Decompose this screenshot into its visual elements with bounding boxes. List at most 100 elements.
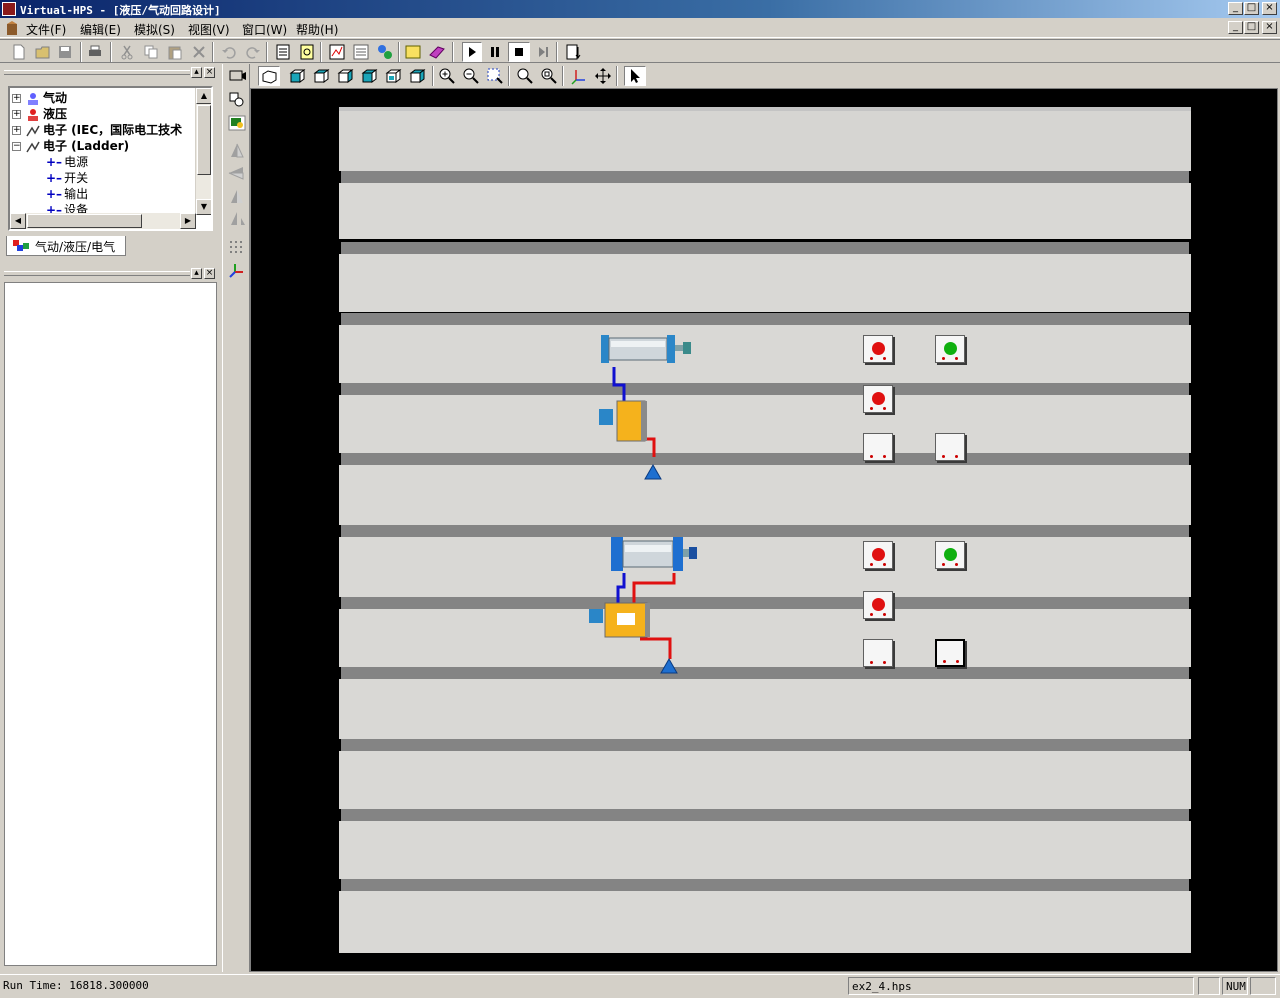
tree-item-output[interactable]: +– 输出 <box>46 185 88 201</box>
caps-status <box>1198 977 1220 995</box>
view-side-icon[interactable] <box>336 67 354 85</box>
axes-icon[interactable] <box>570 67 588 85</box>
pause-icon[interactable] <box>486 43 504 61</box>
push-button-red[interactable] <box>863 335 893 363</box>
mirror-icon[interactable] <box>227 210 247 228</box>
simulation-viewport[interactable] <box>250 88 1278 972</box>
redo-icon[interactable] <box>244 43 262 61</box>
tree-item-electric-iec[interactable]: + 电子 (IEC，国际电工技术 <box>12 121 182 137</box>
panel-close-button[interactable]: × <box>204 268 215 279</box>
panel-grip[interactable] <box>4 70 190 75</box>
chart-icon[interactable] <box>328 43 346 61</box>
view-bottom-icon[interactable] <box>384 67 402 85</box>
view-left-icon[interactable] <box>408 67 426 85</box>
switch-box[interactable] <box>935 639 965 667</box>
push-button-red[interactable] <box>863 591 893 619</box>
shapes-icon[interactable] <box>227 90 247 108</box>
document-icon[interactable] <box>4 20 20 36</box>
zoom-out-icon[interactable] <box>462 67 480 85</box>
undo-icon[interactable] <box>220 43 238 61</box>
fill-icon[interactable] <box>227 114 247 132</box>
valve-2[interactable] <box>587 601 653 641</box>
axis-icon[interactable] <box>227 262 247 280</box>
menu-edit[interactable]: 编辑(E) <box>80 21 121 38</box>
panel-close-button[interactable]: × <box>204 67 215 78</box>
list-icon[interactable] <box>352 43 370 61</box>
cylinder-1[interactable] <box>599 331 694 366</box>
tank-icon <box>660 657 678 674</box>
valve-1[interactable] <box>595 399 651 444</box>
panel-collapse-button[interactable]: ▴ <box>191 67 202 78</box>
delete-icon[interactable] <box>190 43 208 61</box>
view-back-icon[interactable] <box>360 67 378 85</box>
close-button[interactable]: × <box>1262 2 1277 15</box>
panel-grip[interactable] <box>4 271 190 276</box>
page-icon[interactable] <box>274 43 292 61</box>
view-iso-button[interactable] <box>258 66 280 86</box>
scroll-left-button[interactable]: ◀ <box>10 213 26 229</box>
panel-collapse-button[interactable]: ▴ <box>191 268 202 279</box>
paste-icon[interactable] <box>166 43 184 61</box>
switch-box[interactable] <box>863 639 893 667</box>
note-icon[interactable] <box>404 43 422 61</box>
zoom-fit-icon[interactable] <box>516 67 534 85</box>
play-button[interactable] <box>462 42 482 62</box>
view-front-icon[interactable] <box>288 67 306 85</box>
menu-simulate[interactable]: 模拟(S) <box>134 21 175 38</box>
select-tool-button[interactable] <box>624 66 646 86</box>
menu-help[interactable]: 帮助(H) <box>296 21 338 38</box>
scroll-up-button[interactable]: ▲ <box>196 88 211 104</box>
doc-close-button[interactable]: × <box>1262 21 1277 34</box>
view-top-icon[interactable] <box>312 67 330 85</box>
tree-item-power[interactable]: +– 电源 <box>46 153 88 169</box>
stop-button[interactable] <box>508 42 530 62</box>
menu-window[interactable]: 窗口(W) <box>242 21 287 38</box>
minimize-button[interactable]: _ <box>1228 2 1243 15</box>
flip-vertical-icon[interactable] <box>227 142 247 160</box>
tree-item-electric-ladder[interactable]: − 电子 (Ladder) <box>12 137 129 153</box>
rotate-icon[interactable] <box>227 188 247 206</box>
cut-icon[interactable] <box>118 43 136 61</box>
new-icon[interactable] <box>10 43 28 61</box>
camera-icon[interactable] <box>227 66 247 84</box>
switch-box[interactable] <box>935 433 965 461</box>
tree-item-label: 电子 (Ladder) <box>43 139 130 153</box>
zoom-all-icon[interactable] <box>540 67 558 85</box>
zoom-window-icon[interactable] <box>486 67 504 85</box>
maximize-button[interactable]: □ <box>1244 2 1259 15</box>
save-icon[interactable] <box>56 43 74 61</box>
push-button-green[interactable] <box>935 541 965 569</box>
step-icon[interactable] <box>534 43 552 61</box>
preview-icon[interactable] <box>298 43 316 61</box>
pan-icon[interactable] <box>594 67 612 85</box>
push-button-green[interactable] <box>935 335 965 363</box>
doc-restore-button[interactable]: □ <box>1244 21 1259 34</box>
menu-file[interactable]: 文件(F) <box>26 21 66 38</box>
push-button-red[interactable] <box>863 385 893 413</box>
settings-icon[interactable] <box>564 43 582 61</box>
scroll-right-button[interactable]: ▶ <box>180 213 196 229</box>
menu-view[interactable]: 视图(V) <box>188 21 230 38</box>
panel-rail <box>341 171 1189 183</box>
open-icon[interactable] <box>34 43 52 61</box>
scroll-thumb[interactable] <box>27 214 142 228</box>
tab-pneumatic-hydraulic-electric[interactable]: 气动/液压/电气 <box>6 236 126 256</box>
switch-box[interactable] <box>863 433 893 461</box>
push-button-red[interactable] <box>863 541 893 569</box>
zoom-in-icon[interactable] <box>438 67 456 85</box>
doc-minimize-button[interactable]: _ <box>1228 21 1243 34</box>
flip-horizontal-icon[interactable] <box>227 164 247 182</box>
scroll-down-button[interactable]: ▼ <box>196 199 211 215</box>
tree-item-hydraulic[interactable]: + 液压 <box>12 105 67 121</box>
grid-icon[interactable] <box>227 238 247 256</box>
scroll-thumb[interactable] <box>197 105 211 175</box>
book-icon[interactable] <box>428 43 446 61</box>
copy-icon[interactable] <box>142 43 160 61</box>
print-icon[interactable] <box>86 43 104 61</box>
panel-row <box>339 107 1191 171</box>
tree-vertical-scrollbar[interactable]: ▲ ▼ <box>195 88 211 215</box>
tree-item-pneumatic[interactable]: + 气动 <box>12 89 67 105</box>
graph-icon[interactable] <box>376 43 394 61</box>
tree-horizontal-scrollbar[interactable]: ◀ ▶ <box>10 213 196 229</box>
tree-item-switch[interactable]: +– 开关 <box>46 169 88 185</box>
